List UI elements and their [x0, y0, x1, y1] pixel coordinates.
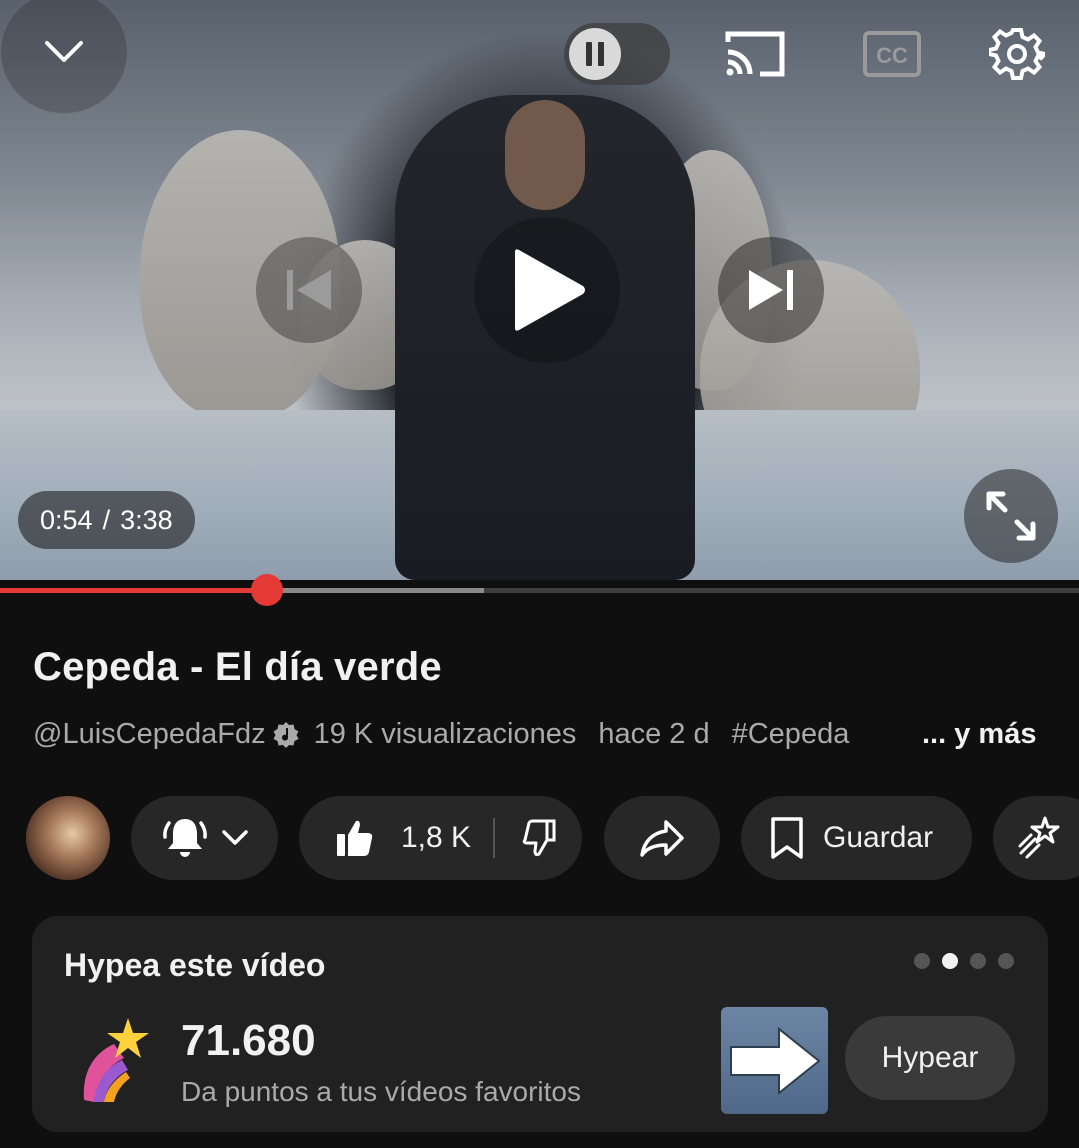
- chevron-down-icon: [45, 41, 83, 62]
- chevron-down-icon: [222, 830, 248, 845]
- notifications-button[interactable]: [131, 796, 278, 880]
- channel-handle[interactable]: @LuisCepedaFdz: [33, 718, 266, 751]
- hashtag-link[interactable]: #Cepeda: [732, 718, 850, 751]
- autoplay-knob: [569, 28, 621, 80]
- hype-points: 71.680: [181, 1016, 316, 1065]
- cast-icon: [725, 31, 785, 77]
- svg-text:CC: CC: [876, 43, 908, 68]
- settings-button[interactable]: [984, 20, 1050, 88]
- shooting-star-icon: [83, 1018, 149, 1102]
- pause-icon: [586, 42, 604, 66]
- save-label: Guardar: [823, 821, 934, 854]
- shooting-star-icon: [1018, 816, 1060, 859]
- gear-icon: [989, 28, 1045, 80]
- next-video-button[interactable]: [718, 237, 824, 343]
- cast-button[interactable]: [720, 22, 790, 86]
- played-progress: [0, 588, 267, 593]
- verified-music-icon: [273, 721, 299, 748]
- fullscreen-icon: [986, 491, 1036, 541]
- captions-button[interactable]: CC: [858, 22, 926, 86]
- skip-previous-icon: [287, 270, 331, 310]
- video-player[interactable]: CC 0:54 / 3:38: [0, 0, 1079, 580]
- video-title[interactable]: Cepeda - El día verde: [33, 645, 442, 690]
- time-separator: /: [102, 504, 111, 535]
- share-icon: [640, 820, 684, 857]
- view-count: 19 K visualizaciones: [313, 718, 577, 750]
- autoplay-toggle[interactable]: [564, 23, 670, 85]
- progress-bar[interactable]: [0, 574, 1079, 606]
- current-time: 0:54: [40, 504, 93, 535]
- hype-arrow-badge: [721, 1007, 828, 1114]
- carousel-dot[interactable]: [970, 953, 986, 969]
- share-button[interactable]: [604, 796, 720, 880]
- fullscreen-button[interactable]: [964, 469, 1058, 563]
- carousel-dots[interactable]: [914, 953, 1014, 969]
- save-button[interactable]: Guardar: [741, 796, 972, 880]
- play-button[interactable]: [474, 217, 620, 363]
- scrubber-handle[interactable]: [250, 574, 283, 606]
- bookmark-icon: [771, 817, 803, 859]
- arrow-right-icon: [729, 1026, 821, 1095]
- thumbs-up-icon[interactable]: [335, 818, 375, 858]
- carousel-dot[interactable]: [942, 953, 958, 969]
- bell-ringing-icon: [163, 819, 207, 857]
- channel-avatar[interactable]: [26, 796, 110, 880]
- divider: [493, 818, 496, 858]
- thumbs-down-icon[interactable]: [517, 818, 557, 858]
- carousel-dot[interactable]: [914, 953, 930, 969]
- hype-action-button[interactable]: [993, 796, 1079, 880]
- hype-subtitle: Da puntos a tus vídeos favoritos: [181, 1076, 581, 1107]
- cc-icon: CC: [863, 31, 921, 77]
- duration: 3:38: [120, 504, 173, 535]
- previous-video-button[interactable]: [256, 237, 362, 343]
- skip-next-icon: [749, 270, 793, 310]
- like-dislike-group[interactable]: 1,8 K: [299, 796, 582, 880]
- hype-card-title: Hypea este vídeo: [64, 947, 326, 983]
- video-metadata[interactable]: @LuisCepedaFdz 19 K visualizaciones hace…: [33, 718, 849, 751]
- show-more-link[interactable]: ... y más: [922, 718, 1036, 751]
- upload-age: hace 2 d: [598, 718, 710, 750]
- hype-card: Hypea este vídeo 71.680 Da puntos a tus …: [32, 916, 1048, 1132]
- time-display: 0:54 / 3:38: [18, 491, 195, 549]
- carousel-dot[interactable]: [998, 953, 1014, 969]
- hype-button[interactable]: Hypear: [845, 1016, 1015, 1100]
- like-count: 1,8 K: [401, 821, 472, 854]
- play-icon: [515, 249, 585, 331]
